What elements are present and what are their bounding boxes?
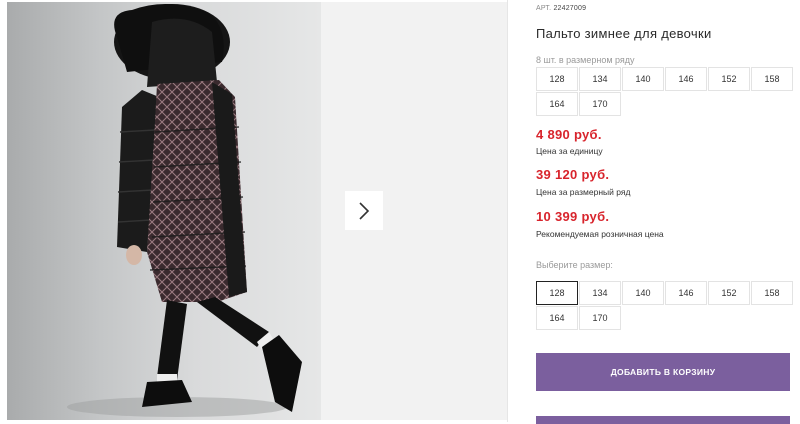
pack-size-grid: 128 134 140 146 152 158 164 170	[536, 67, 793, 116]
size-option[interactable]: 134	[579, 281, 621, 305]
product-title: Пальто зимнее для девочки	[536, 26, 712, 41]
gallery-next-button[interactable]	[345, 191, 383, 230]
retail-price-note: Рекомендуемая розничная цена	[536, 229, 664, 239]
size-option[interactable]: 170	[579, 306, 621, 330]
chevron-right-icon	[359, 201, 370, 220]
add-to-cart-button[interactable]: ДОБАВИТЬ В КОРЗИНУ	[536, 353, 790, 391]
choose-size-label: Выберите размер:	[536, 260, 613, 270]
size-option[interactable]: 128	[536, 281, 578, 305]
product-photo	[7, 2, 321, 420]
pack-size-cell: 170	[579, 92, 621, 116]
secondary-action-button[interactable]	[536, 416, 790, 424]
article-number: АРТ. 22427009	[536, 5, 586, 12]
pack-price-note: Цена за размерный ряд	[536, 187, 631, 197]
divider	[507, 0, 508, 422]
unit-price-note: Цена за единицу	[536, 146, 603, 156]
pack-size-cell: 158	[751, 67, 793, 91]
pack-price: 39 120 руб.	[536, 167, 610, 182]
size-selector: 128 134 140 146 152 158 164 170	[536, 281, 793, 330]
size-option[interactable]: 164	[536, 306, 578, 330]
pack-size-cell: 128	[536, 67, 578, 91]
article-value: 22427009	[553, 5, 587, 12]
pack-size-cell: 152	[708, 67, 750, 91]
retail-price: 10 399 руб.	[536, 209, 610, 224]
article-label: АРТ.	[536, 5, 552, 12]
pack-size-cell: 146	[665, 67, 707, 91]
pack-note: 8 шт. в размерном ряду	[536, 55, 635, 65]
size-option[interactable]: 158	[751, 281, 793, 305]
size-option[interactable]: 146	[665, 281, 707, 305]
size-option[interactable]: 152	[708, 281, 750, 305]
unit-price: 4 890 руб.	[536, 127, 602, 142]
product-gallery	[0, 0, 507, 422]
size-option[interactable]: 140	[622, 281, 664, 305]
pack-size-cell: 140	[622, 67, 664, 91]
pack-size-cell: 134	[579, 67, 621, 91]
pack-size-cell: 164	[536, 92, 578, 116]
